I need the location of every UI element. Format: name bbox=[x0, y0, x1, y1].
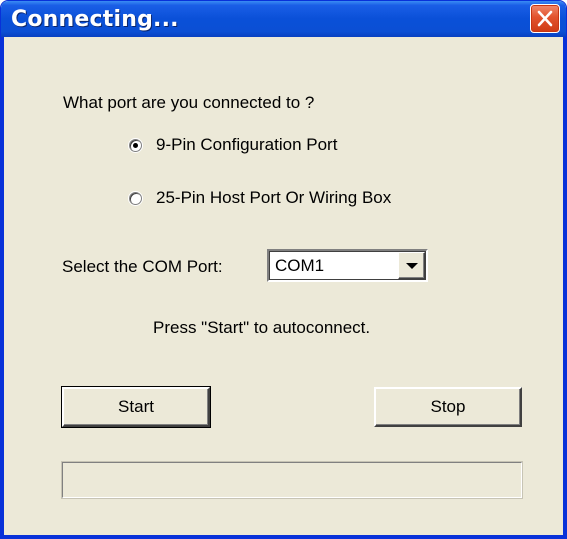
autoconnect-hint: Press "Start" to autoconnect. bbox=[153, 318, 371, 337]
chevron-down-icon[interactable] bbox=[398, 252, 425, 279]
stop-button-label: Stop bbox=[430, 397, 466, 416]
radio-option-9pin[interactable]: 9-Pin Configuration Port bbox=[129, 135, 337, 155]
close-button[interactable] bbox=[530, 4, 560, 33]
radio-option-25pin[interactable]: 25-Pin Host Port Or Wiring Box bbox=[129, 188, 391, 208]
com-port-select[interactable]: COM1 bbox=[267, 249, 428, 282]
connecting-dialog: Connecting... What port are you connecte… bbox=[0, 0, 567, 539]
window-title: Connecting... bbox=[11, 7, 179, 32]
radio-25pin[interactable] bbox=[129, 191, 142, 205]
port-question-label: What port are you connected to ? bbox=[63, 93, 315, 112]
progress-bar bbox=[62, 462, 522, 498]
radio-25pin-label[interactable]: 25-Pin Host Port Or Wiring Box bbox=[156, 188, 391, 208]
start-button-label: Start bbox=[118, 397, 154, 416]
title-bar[interactable]: Connecting... bbox=[1, 1, 566, 37]
stop-button[interactable]: Stop bbox=[374, 387, 522, 427]
start-button[interactable]: Start bbox=[61, 386, 211, 428]
radio-9pin-label[interactable]: 9-Pin Configuration Port bbox=[156, 135, 337, 155]
com-port-label: Select the COM Port: bbox=[62, 257, 223, 276]
radio-9pin[interactable] bbox=[129, 138, 142, 152]
close-icon bbox=[537, 10, 553, 27]
com-port-value: COM1 bbox=[275, 256, 325, 275]
